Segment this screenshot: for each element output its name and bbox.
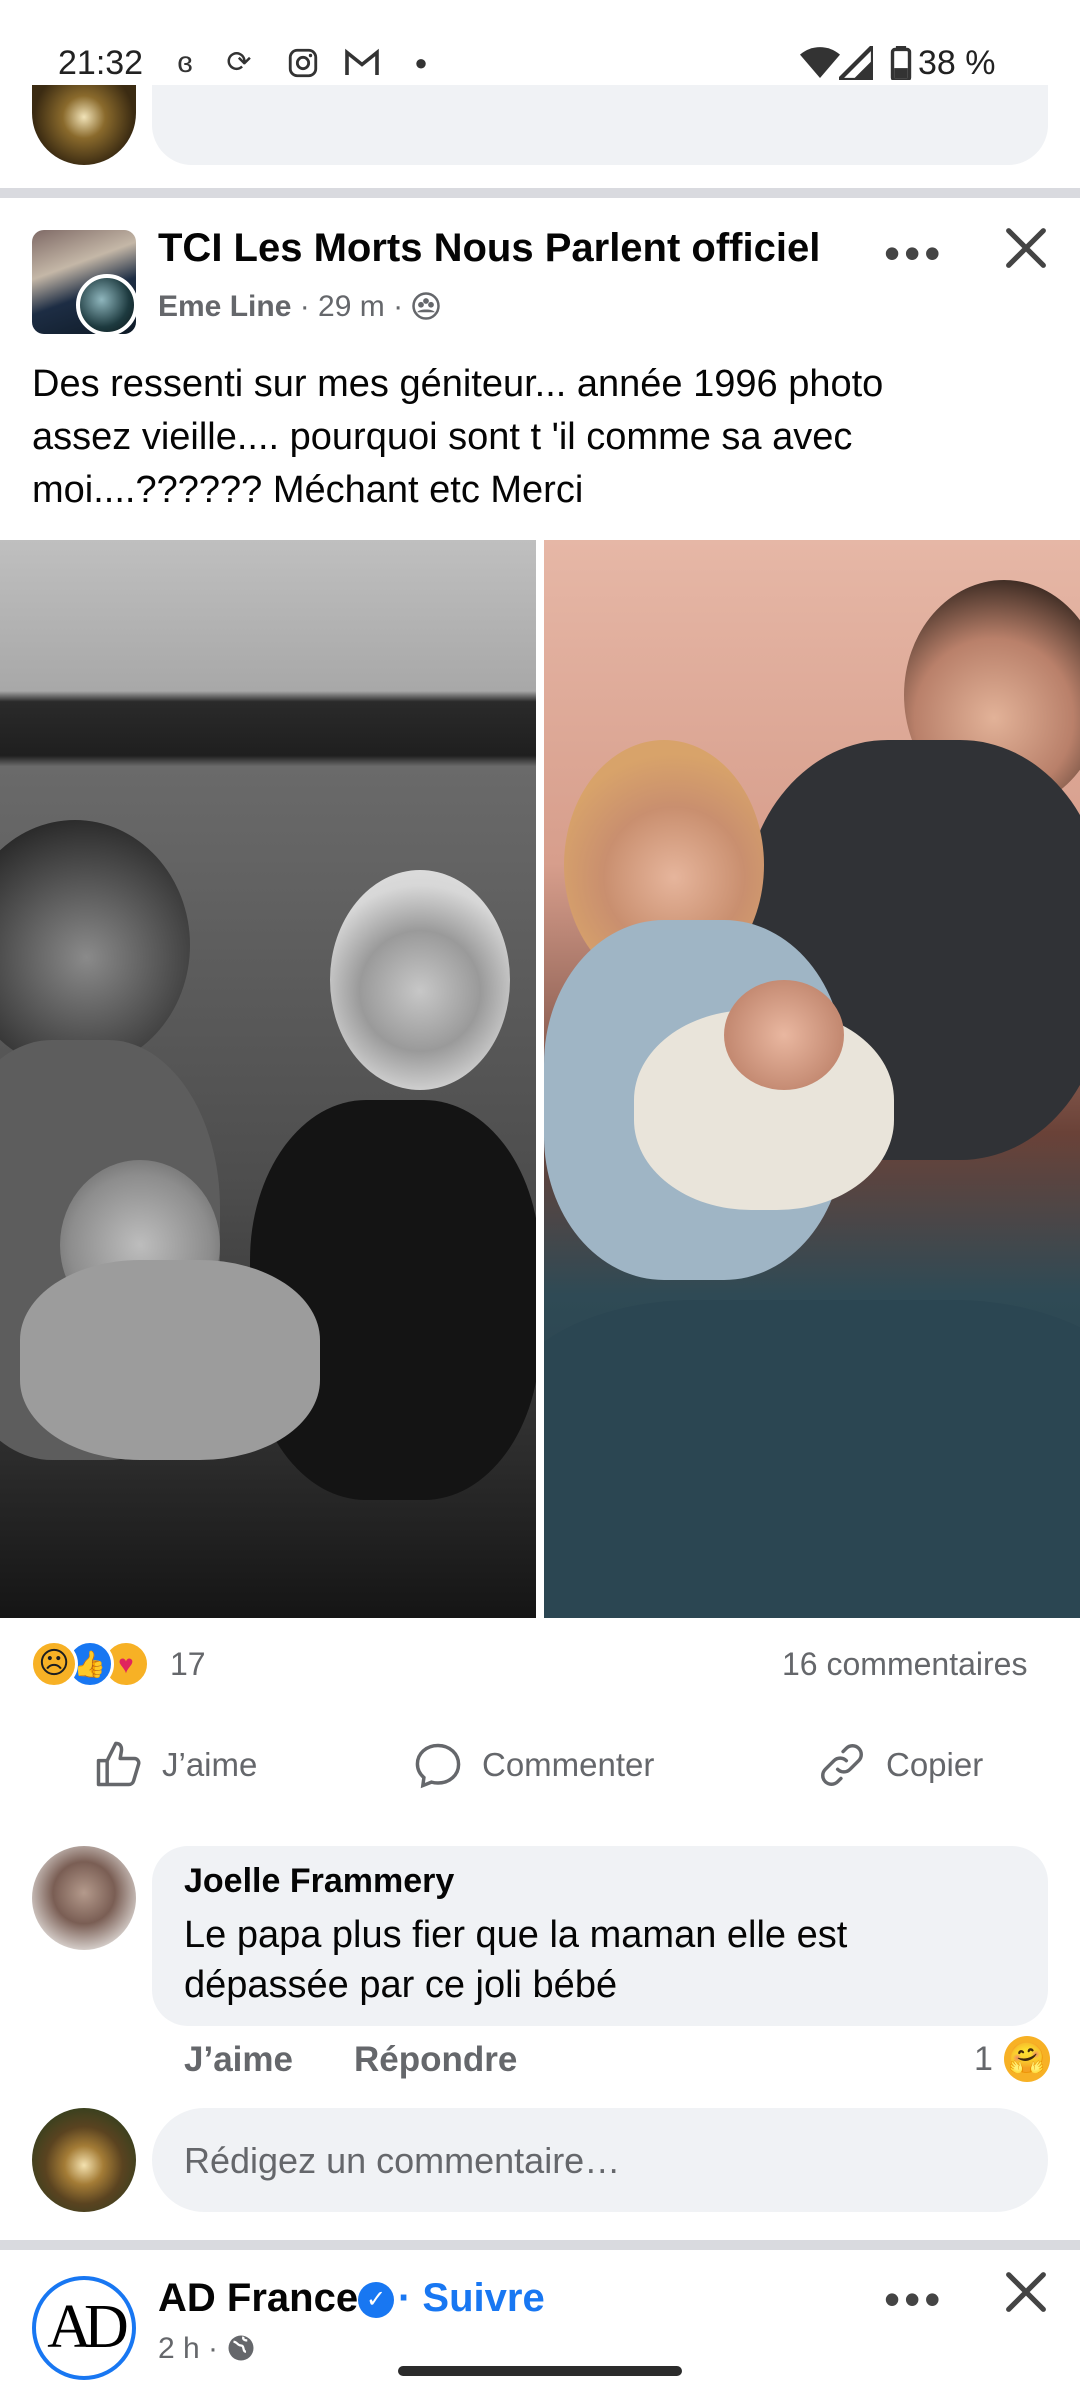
close-icon[interactable] [1000, 222, 1060, 282]
more-options-icon[interactable]: ••• [884, 226, 944, 280]
signal-icon [833, 40, 876, 83]
post-author[interactable]: Eme Line [158, 290, 291, 323]
next-post-page-name[interactable]: AD France [158, 2276, 358, 2321]
battery-percent: 38 % [918, 44, 996, 82]
sync-icon: ⟳ [226, 46, 252, 79]
like-label: J’aime [162, 1746, 258, 1783]
follow-button[interactable]: · Suivre [398, 2276, 545, 2321]
comments-count[interactable]: 16 commentaires [782, 1646, 1027, 1683]
copy-button[interactable]: Copier [816, 1730, 983, 1800]
home-gesture-bar[interactable] [398, 2366, 682, 2376]
previous-comment-avatar [32, 85, 136, 165]
comment-text: Le papa plus fier que la maman elle est … [184, 1914, 848, 2006]
globe-icon [228, 2335, 254, 2361]
copy-label: Copier [886, 1746, 984, 1783]
verified-badge-icon: ✓ [358, 2282, 394, 2318]
like-button[interactable]: J’aime [92, 1730, 257, 1800]
post-photo-black-white[interactable] [0, 540, 536, 1618]
post-meta: Eme Line · 29 m · [158, 290, 441, 324]
group-icon [411, 290, 441, 323]
comment-like-button[interactable]: J’aime [184, 2040, 293, 2080]
my-avatar[interactable] [32, 2108, 136, 2212]
comment-bubble-icon [415, 1743, 461, 1789]
previous-comment-input[interactable] [152, 85, 1048, 165]
ad-france-logo[interactable]: AD [32, 2276, 136, 2380]
comment-reaction-count[interactable]: 1 [974, 2040, 993, 2079]
gmail-icon [344, 46, 379, 80]
app-icon: ɞ [177, 46, 193, 79]
instagram-icon [286, 46, 320, 80]
link-icon [821, 1744, 863, 1786]
comment-button[interactable]: Commenter [412, 1730, 654, 1800]
next-post-meta: 2 h · [158, 2332, 256, 2366]
post-time: · 29 m · [299, 290, 404, 323]
commenter-avatar[interactable] [32, 1846, 136, 1950]
comment-input[interactable]: Rédigez un commentaire… [152, 2108, 1048, 2212]
group-avatar[interactable] [32, 230, 136, 334]
reaction-count[interactable]: 17 [170, 1646, 206, 1683]
dot-icon: ● [414, 50, 428, 75]
post-text: Des ressenti sur mes géniteur... année 1… [32, 363, 884, 511]
comment-reply-button[interactable]: Répondre [354, 2040, 517, 2080]
comment-author[interactable]: Joelle Frammery [184, 1862, 454, 1901]
reaction-icons[interactable]: ☹ 👍 ♥ [30, 1640, 160, 1690]
feed-divider [0, 2240, 1080, 2250]
wifi-icon [798, 46, 842, 80]
feed-divider [0, 188, 1080, 198]
group-name[interactable]: TCI Les Morts Nous Parlent officiel [158, 226, 820, 271]
post-photo-color[interactable] [544, 540, 1080, 1618]
author-avatar[interactable] [76, 274, 136, 334]
more-options-icon[interactable]: ••• [884, 2272, 944, 2326]
sad-reaction-icon: ☹ [30, 1640, 78, 1688]
thumbs-up-icon [96, 1741, 141, 1787]
comment-label: Commenter [482, 1746, 655, 1783]
status-time: 21:32 [58, 44, 144, 82]
close-icon[interactable] [1000, 2266, 1060, 2326]
care-reaction-icon[interactable]: 🤗 [1004, 2036, 1050, 2082]
next-post-time: 2 h · [158, 2332, 219, 2365]
battery-icon [886, 46, 916, 82]
